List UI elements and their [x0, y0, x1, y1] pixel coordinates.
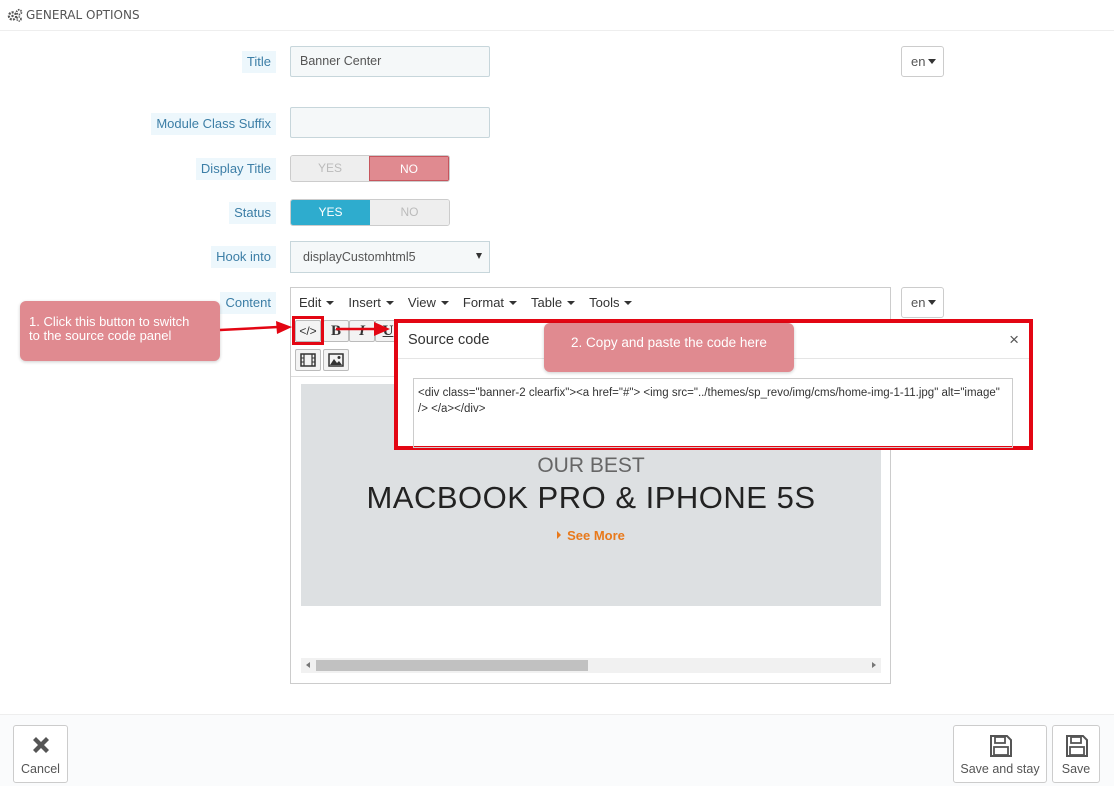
cancel-label: Cancel [21, 762, 60, 776]
cancel-button[interactable]: Cancel [13, 725, 68, 783]
floppy-disk-icon [990, 735, 1012, 757]
save-and-stay-label: Save and stay [960, 762, 1040, 776]
close-icon [33, 737, 49, 753]
form-footer: Cancel Save and stay Save [0, 714, 1114, 786]
arrowhead-icon [374, 322, 390, 336]
save-button[interactable]: Save [1052, 725, 1100, 783]
arrowhead-icon [276, 321, 292, 334]
arrow-line [219, 325, 279, 332]
floppy-disk-icon [1066, 735, 1088, 757]
save-label: Save [1061, 762, 1091, 776]
page: GENERAL OPTIONS Title Banner Center en M… [0, 0, 1114, 786]
annotation-arrows [219, 321, 390, 336]
save-and-stay-button[interactable]: Save and stay [953, 725, 1047, 783]
